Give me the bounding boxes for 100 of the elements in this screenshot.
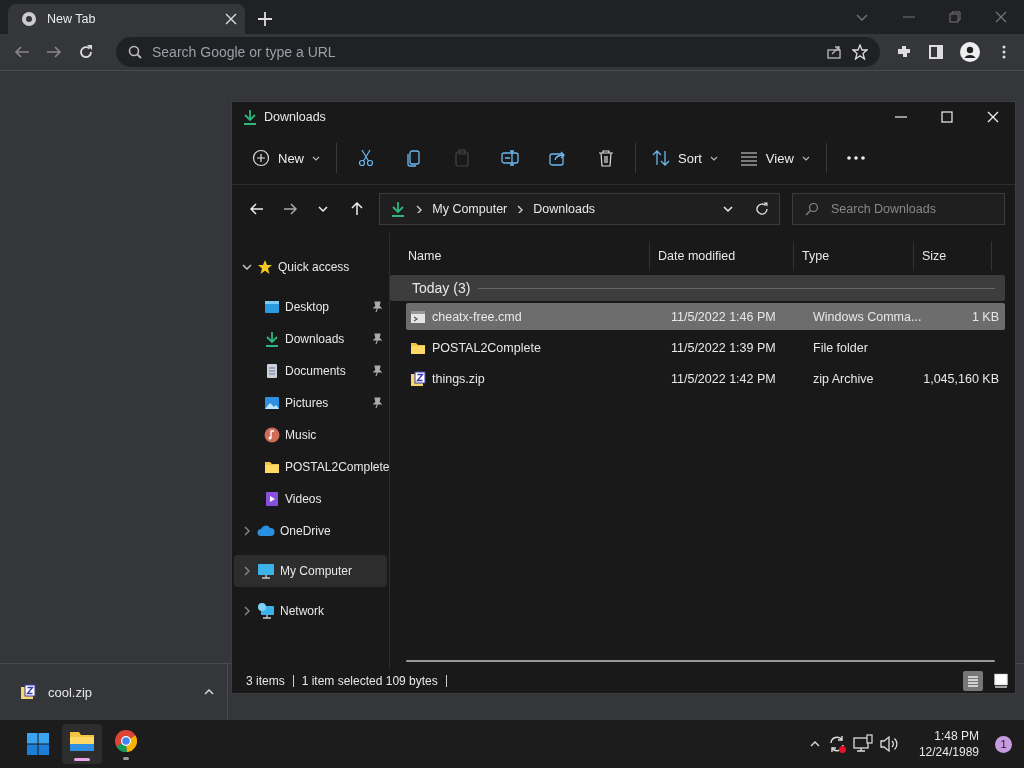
network-icon[interactable] <box>852 734 873 754</box>
breadcrumb-item[interactable]: My Computer <box>432 202 508 216</box>
chevron-right-icon[interactable] <box>242 606 252 616</box>
clipboard-icon <box>453 149 471 167</box>
chevron-down-icon[interactable] <box>317 203 330 215</box>
clock-time[interactable]: 1:48 PM <box>934 728 979 744</box>
star-icon[interactable] <box>852 44 868 60</box>
running-indicator <box>74 757 90 761</box>
more-icon <box>845 156 866 160</box>
desktop-icon <box>264 299 280 315</box>
pictures-icon <box>264 395 280 411</box>
new-tab-icon[interactable] <box>258 12 272 26</box>
group-header[interactable]: Today (3) <box>390 275 1005 301</box>
trash-icon <box>597 149 615 167</box>
back-arrow-icon[interactable] <box>249 202 264 216</box>
search-box[interactable]: Search Downloads <box>792 193 1005 225</box>
column-header[interactable]: Type <box>794 241 914 271</box>
chevron-down-icon[interactable] <box>242 262 252 272</box>
archive-icon <box>20 684 36 700</box>
sort-icon <box>652 149 670 167</box>
rename-icon <box>501 149 519 167</box>
monitor-icon <box>257 562 275 580</box>
sidebar-item[interactable]: Music <box>234 419 387 451</box>
running-indicator <box>123 756 129 760</box>
type-cell-text: zip Archive <box>812 371 875 386</box>
chevron-right-icon[interactable] <box>242 566 252 576</box>
sidebar-item[interactable]: Network <box>234 595 387 627</box>
details-view-button[interactable] <box>963 671 983 691</box>
music-icon <box>264 427 280 443</box>
chevron-right-icon <box>415 205 424 213</box>
side-panel-icon[interactable] <box>928 44 944 60</box>
sidebar-item[interactable]: Pictures <box>234 387 387 419</box>
sidebar-item[interactable]: Documents <box>234 355 387 387</box>
column-header[interactable]: Name <box>395 241 650 271</box>
refresh-icon[interactable] <box>755 202 769 216</box>
notification-badge[interactable]: 1 <box>995 735 1012 753</box>
share-icon[interactable] <box>826 44 842 60</box>
reload-icon[interactable] <box>78 44 94 60</box>
star-icon <box>257 259 273 275</box>
window-title: Downloads <box>264 110 326 124</box>
chrome-icon[interactable] <box>114 728 138 753</box>
type-cell-text: Windows Comma... <box>812 309 923 324</box>
windows-logo-icon[interactable] <box>26 732 50 756</box>
details-view-icon <box>965 673 981 689</box>
volume-icon[interactable] <box>878 734 899 754</box>
chevron-right-icon[interactable] <box>242 526 252 536</box>
download-filename[interactable]: cool.zip <box>48 684 191 700</box>
profile-icon[interactable] <box>960 42 980 62</box>
maximize-icon[interactable] <box>941 111 953 123</box>
size-cell-text: 1 KB <box>970 309 1000 324</box>
column-header[interactable]: Size <box>914 241 992 271</box>
date-cell-text: 11/5/2022 1:42 PM <box>670 371 777 386</box>
preview-view-button[interactable] <box>991 671 1011 691</box>
sidebar-item[interactable]: POSTAL2Complete <box>234 451 387 483</box>
date-cell-text: 11/5/2022 1:46 PM <box>670 309 777 324</box>
caret-icon <box>312 154 320 162</box>
date-cell-text: 11/5/2022 1:39 PM <box>670 340 777 355</box>
view-button[interactable]: View <box>729 140 820 176</box>
sidebar-item[interactable]: My Computer <box>234 555 387 587</box>
taskbar-button[interactable] <box>62 724 102 764</box>
sidebar-item[interactable]: OneDrive <box>234 515 387 547</box>
file-name: things.zip <box>432 371 485 386</box>
search-field[interactable]: Search Downloads <box>831 202 992 216</box>
size-cell-text: 1,045,160 KB <box>925 371 1000 386</box>
sidebar-item[interactable]: Desktop <box>234 291 387 323</box>
plus-circle-icon <box>252 149 270 167</box>
up-arrow-icon[interactable] <box>349 202 364 216</box>
scrollbar[interactable] <box>406 660 995 662</box>
caret-icon <box>801 154 810 162</box>
search-icon <box>805 202 819 216</box>
archive-icon <box>410 370 426 387</box>
chrome-icon <box>21 11 37 27</box>
file-name: cheatx-free.cmd <box>432 309 522 324</box>
sidebar-item[interactable]: Videos <box>234 483 387 515</box>
puzzle-icon[interactable] <box>896 44 912 60</box>
file-row[interactable]: things.zip 11/5/2022 1:42 PM zip Archive 1,045,160 KB <box>406 365 1005 392</box>
forward-arrow-icon[interactable] <box>46 44 62 60</box>
caret-icon <box>709 154 718 162</box>
address-bar[interactable]: My Computer Downloads <box>379 193 780 225</box>
breadcrumb-item[interactable]: Downloads <box>533 202 596 216</box>
file-row[interactable]: cheatx-free.cmd 11/5/2022 1:46 PM Windows Comma... 1 KB <box>406 303 1005 330</box>
type-cell-text: File folder <box>812 340 869 355</box>
file-row[interactable]: POSTAL2Complete 11/5/2022 1:39 PM File folder <box>406 334 1005 361</box>
copy-icon <box>405 149 423 167</box>
browser-tab[interactable]: New Tab <box>8 4 245 34</box>
sidebar-item[interactable]: Quick access <box>234 251 387 283</box>
sidebar-item[interactable]: Downloads <box>234 323 387 355</box>
sort-button[interactable]: Sort <box>642 140 728 176</box>
download-icon <box>264 331 280 347</box>
clock-date[interactable]: 12/24/1989 <box>918 744 979 760</box>
restore-icon[interactable] <box>949 11 961 23</box>
download-icon <box>242 109 258 125</box>
scissors-icon <box>357 149 375 167</box>
folder-icon <box>264 459 280 475</box>
forward-arrow-icon[interactable] <box>282 202 297 216</box>
new-button[interactable]: New <box>242 140 330 176</box>
chevron-down-icon[interactable] <box>722 203 734 215</box>
column-header[interactable]: Date modified <box>650 241 794 271</box>
script-file-icon <box>410 308 426 325</box>
address-bar[interactable]: Search Google or type a URL <box>116 37 880 67</box>
